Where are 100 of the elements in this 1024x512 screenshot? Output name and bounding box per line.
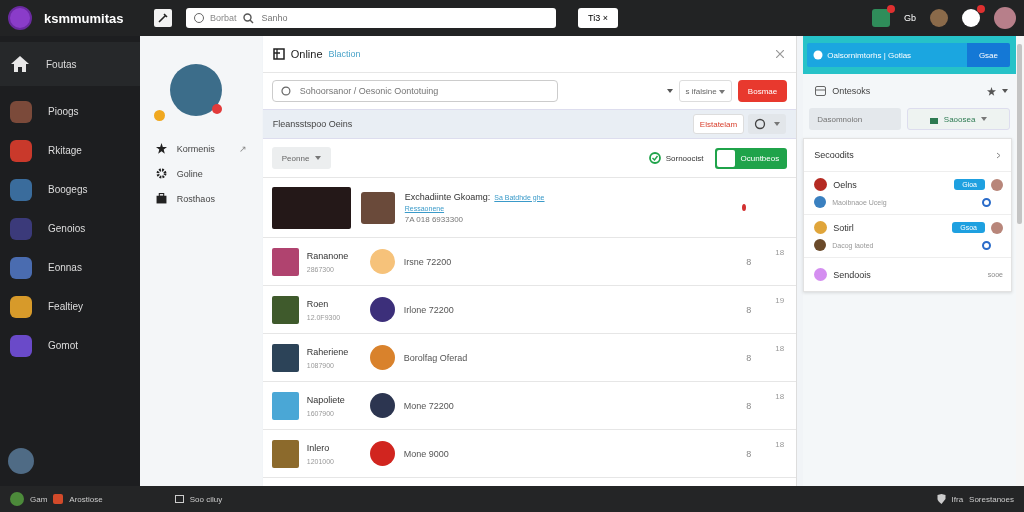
player-thumbnail [271, 247, 299, 276]
game-thumbnail [10, 295, 32, 318]
user-icon[interactable] [8, 448, 34, 474]
player-thumbnail [271, 439, 299, 468]
row-number: 19 [775, 296, 785, 305]
user-avatar [991, 178, 1003, 191]
user-initials[interactable]: Gb [904, 13, 916, 23]
row-title: Exchadiinte Gkoamg: [404, 191, 491, 202]
game-name: Borolfag Oferad [403, 352, 468, 363]
edit-button[interactable]: Gsae [966, 43, 1010, 67]
options-dropdown[interactable] [748, 114, 787, 134]
sidebar-item[interactable]: Foutas [0, 42, 140, 86]
item-icon [814, 221, 828, 234]
primary-button[interactable]: Bosmae [737, 80, 788, 102]
profile-menu-item[interactable]: Kormenis ↗ [155, 143, 247, 154]
wrench-icon [157, 12, 169, 24]
player-name: Napoliete [306, 394, 346, 405]
item-icon [814, 268, 828, 281]
game-thumbnail [10, 334, 32, 357]
sidebar-item[interactable]: Fealtiey [0, 287, 140, 326]
settings-icon [155, 168, 167, 179]
item-icon [814, 178, 828, 191]
home-icon [10, 55, 30, 73]
sidebar-item[interactable]: Genoios [0, 209, 140, 248]
search-field[interactable]: Borbat Sanho [186, 8, 556, 28]
tool-button[interactable] [154, 9, 172, 27]
star-icon[interactable] [987, 86, 996, 96]
profile-avatar [169, 64, 222, 116]
check-circle-icon [648, 152, 661, 164]
item-name[interactable]: Oelns [833, 179, 857, 190]
close-icon [776, 50, 785, 58]
panel-title: Online [290, 48, 323, 60]
logo-icon [8, 6, 32, 30]
status-badge [211, 104, 222, 114]
item-name[interactable]: Sotirl [833, 222, 854, 233]
row-count: 8 [746, 448, 752, 459]
caret-icon[interactable] [1002, 89, 1008, 93]
game-name: Irsne 72200 [403, 256, 452, 267]
game-thumbnail [10, 256, 32, 279]
alert-icon [742, 204, 747, 211]
game-thumbnail [360, 191, 395, 224]
section-title: Fleansstspoo Oeins [272, 119, 353, 129]
search-icon [242, 12, 254, 24]
footer-text[interactable]: Ifra [951, 494, 964, 504]
chevron-icon[interactable] [996, 151, 1001, 159]
profile-menu-item[interactable]: Goline [155, 168, 247, 179]
profile-menu-item[interactable]: Rosthaos [155, 193, 247, 204]
sidebar-item[interactable]: Pioogs [0, 92, 140, 131]
text-input[interactable]: Dasomnoion [809, 108, 902, 130]
shield-icon [936, 494, 946, 504]
caret-icon [981, 117, 988, 121]
row-count: 8 [746, 352, 752, 363]
game-thumbnail [10, 139, 32, 162]
game-name: Mone 72200 [403, 400, 454, 411]
search-field[interactable]: Sohoorsanor / Oesonic Oontotuing [271, 80, 558, 102]
row-count: 8 [746, 256, 752, 267]
sidebar-item[interactable]: Boogegs [0, 170, 140, 209]
item-icon [814, 196, 827, 208]
player-name: Rananone [306, 250, 350, 261]
notification-badge [977, 5, 985, 13]
footer-text[interactable]: Soo ciluy [189, 494, 223, 504]
player-thumbnail [271, 343, 299, 372]
row-count: 8 [746, 400, 752, 411]
briefcase-icon [155, 193, 167, 204]
game-name: Mone 9000 [403, 448, 449, 459]
footer-text[interactable]: Sorestanoes [969, 494, 1014, 504]
player-name: Raheriene [306, 346, 350, 357]
card-title: Secoodits [814, 150, 854, 160]
row-meta: 7A 018 6933300 [404, 214, 465, 224]
select-dropdown[interactable]: Saoosea [907, 108, 1010, 130]
list-icon [815, 86, 827, 96]
scrollbar[interactable] [1017, 44, 1023, 224]
item-name[interactable]: Sendoois [833, 269, 871, 280]
sidebar-item[interactable]: Gomot [0, 326, 140, 365]
item-icon [814, 239, 827, 251]
notification-badge [887, 5, 895, 13]
game-name: Irlone 72200 [403, 304, 454, 315]
player-name: Roen [306, 298, 330, 309]
outline-button[interactable]: Elstatelam [692, 114, 745, 134]
sort-dropdown[interactable]: s ifalsine [678, 80, 732, 102]
notice-banner: Oalsornimtorhs | Gotlas [807, 43, 967, 67]
panel-title: Ontesoks [832, 86, 871, 96]
status-text: Sornoocist [665, 153, 704, 163]
close-button[interactable] [774, 48, 787, 60]
row-number: 18 [775, 440, 785, 449]
game-thumbnail [10, 100, 32, 123]
footer-text[interactable]: Arostiose [69, 494, 103, 504]
avatar-icon[interactable] [994, 7, 1016, 29]
sidebar-item[interactable]: Rkitage [0, 131, 140, 170]
user-avatar [991, 221, 1003, 234]
game-thumbnail [10, 217, 32, 240]
grid-icon [174, 495, 184, 503]
game-thumbnail [10, 178, 32, 201]
filter-chip[interactable]: Ti3 × [578, 8, 618, 28]
footer-text[interactable]: Gam [30, 494, 48, 504]
filter-dropdown[interactable]: Peonne [271, 147, 332, 169]
player-thumbnail [271, 391, 299, 420]
star-icon [155, 143, 167, 154]
search-icon [280, 85, 292, 97]
sidebar-item[interactable]: Eonnas [0, 248, 140, 287]
